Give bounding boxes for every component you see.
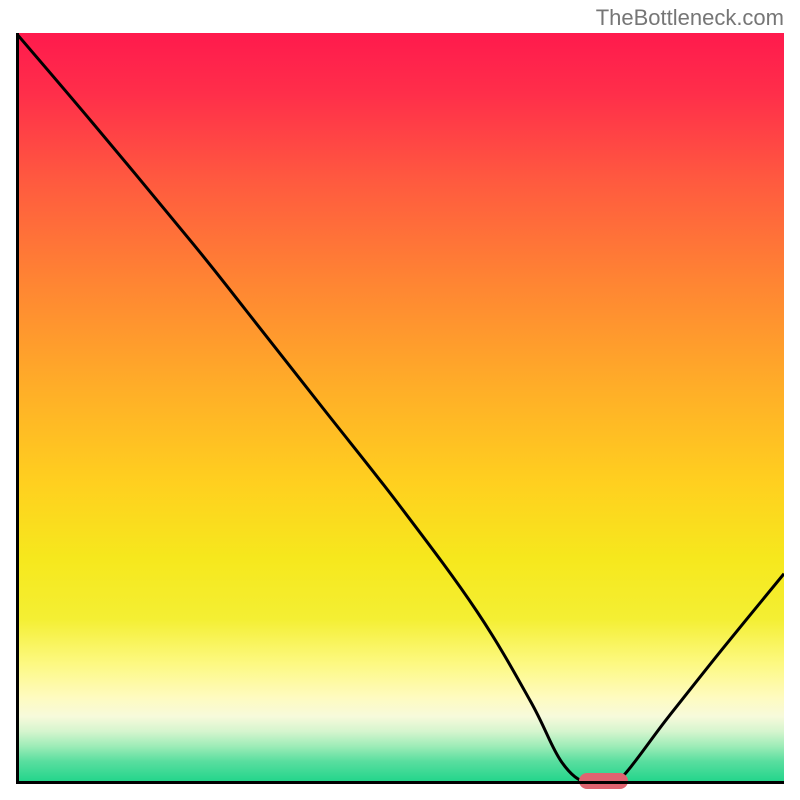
axes-frame (16, 33, 784, 784)
plot-area (16, 33, 784, 784)
chart-container: TheBottleneck.com (0, 0, 800, 800)
attribution-text: TheBottleneck.com (596, 5, 784, 31)
